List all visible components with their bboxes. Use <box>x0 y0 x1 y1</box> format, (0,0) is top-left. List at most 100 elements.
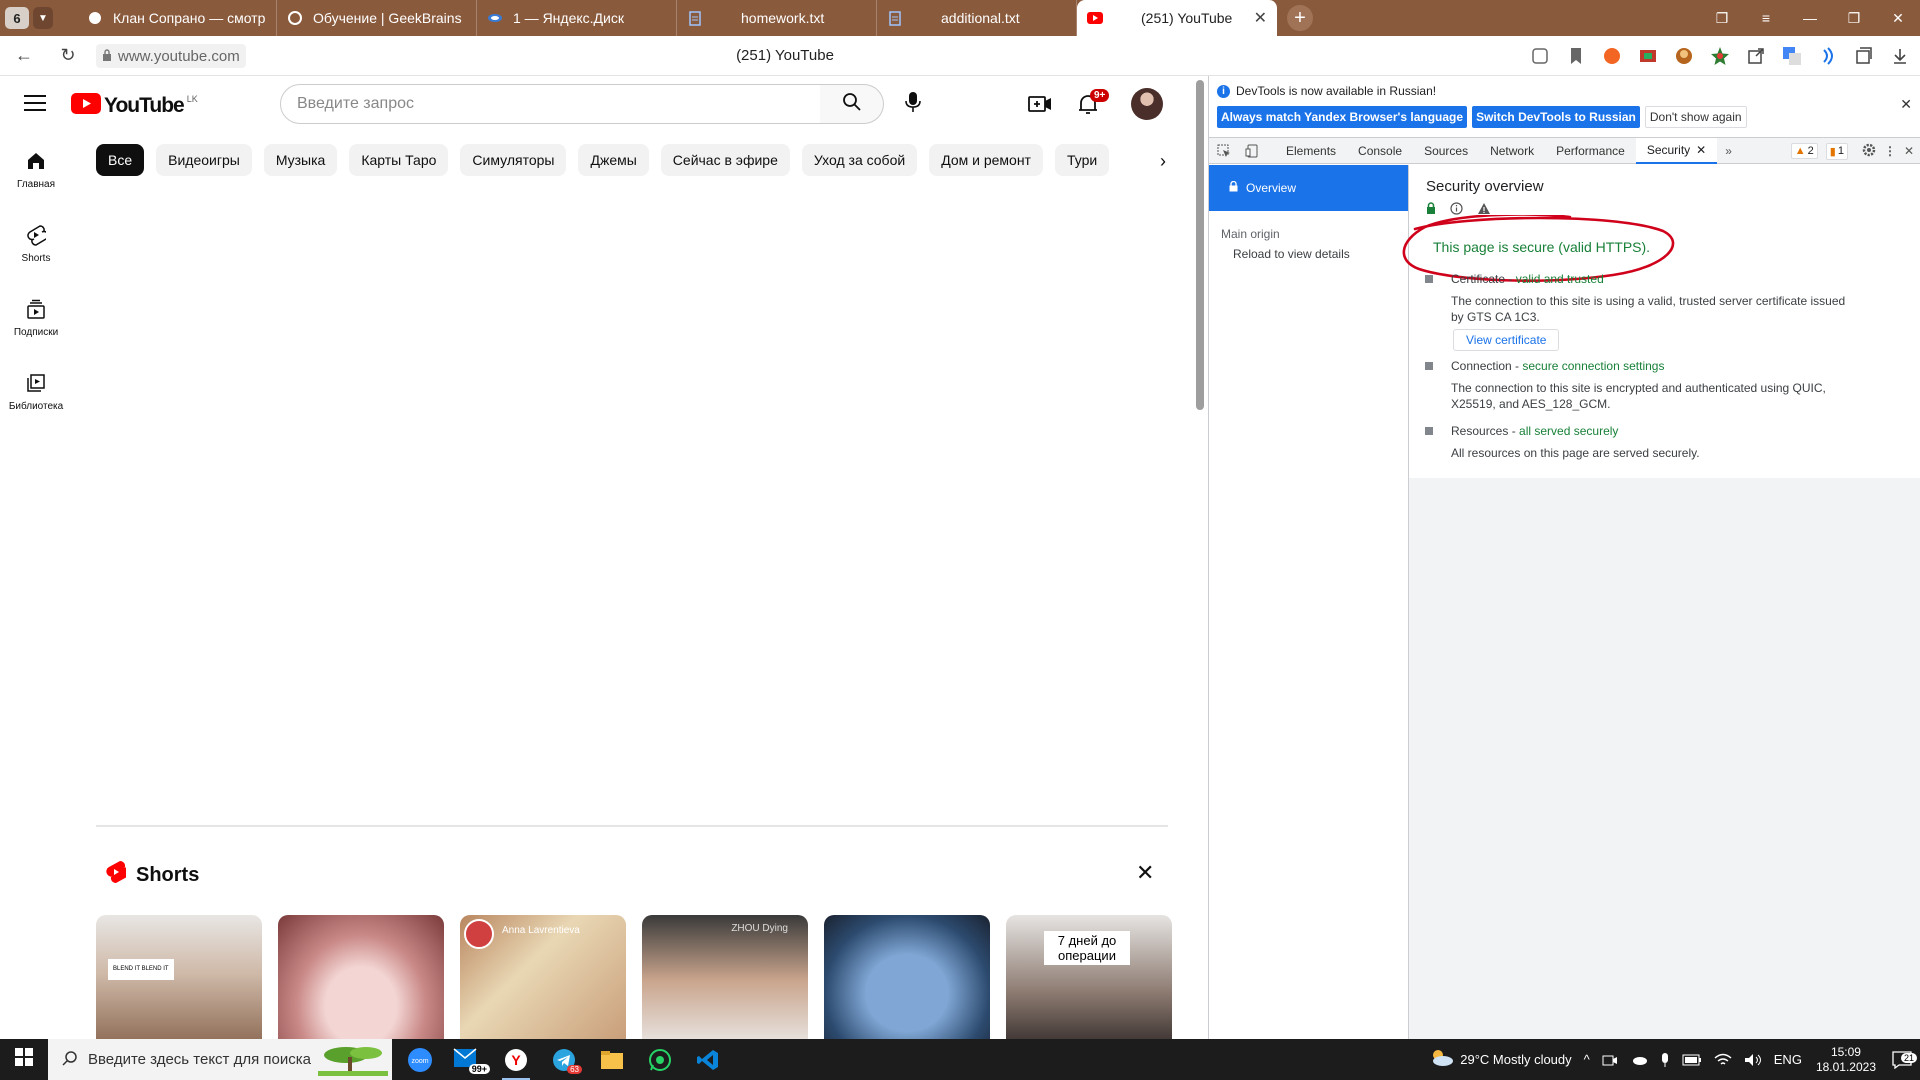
notification-center-icon[interactable]: 21 <box>1884 1050 1920 1069</box>
browser-tab-sopranos[interactable]: Клан Сопрано — смотреть <box>77 0 277 36</box>
whatsapp-app-icon[interactable] <box>636 1039 684 1080</box>
chip-videogames[interactable]: Видеоигры <box>156 144 252 176</box>
close-tab-icon[interactable]: ✕ <box>1696 143 1706 157</box>
browser-tab-additional[interactable]: additional.txt <box>877 0 1077 36</box>
reload-to-view-details[interactable]: Reload to view details <box>1209 241 1408 261</box>
taskbar-clock[interactable]: 15:09 18.01.2023 <box>1816 1045 1876 1075</box>
guide-item-shorts[interactable]: Shorts <box>0 206 72 280</box>
inspect-element-icon[interactable] <box>1209 144 1239 158</box>
hamburger-menu-icon[interactable] <box>24 94 46 117</box>
show-hidden-icons-chevron-up-icon[interactable]: ^ <box>1584 1052 1590 1067</box>
start-button[interactable] <box>0 1039 48 1080</box>
tab-count-button[interactable]: 6 <box>5 7 29 29</box>
chip-jams[interactable]: Джемы <box>578 144 649 176</box>
telegram-app-icon[interactable]: 63 <box>540 1039 588 1080</box>
extension-red-icon[interactable] <box>1636 44 1660 68</box>
chip-home-repair[interactable]: Дом и ремонт <box>929 144 1043 176</box>
file-explorer-icon[interactable] <box>588 1039 636 1080</box>
chip-live[interactable]: Сейчас в эфире <box>660 144 790 176</box>
tab-elements[interactable]: Elements <box>1275 138 1347 164</box>
device-toolbar-icon[interactable] <box>1239 144 1265 158</box>
translate-icon[interactable] <box>1780 44 1804 68</box>
onedrive-cloud-icon[interactable] <box>1630 1054 1648 1066</box>
tab-performance[interactable]: Performance <box>1545 138 1636 164</box>
close-tab-icon[interactable]: ✕ <box>1254 8 1267 28</box>
chip-selfcare[interactable]: Уход за собой <box>801 144 918 176</box>
collections-icon[interactable]: ❐ <box>1700 10 1744 27</box>
extension-avatar-icon[interactable] <box>1672 44 1696 68</box>
close-infobar-icon[interactable]: ✕ <box>1900 96 1912 113</box>
extension-star-icon[interactable] <box>1708 44 1732 68</box>
warnings-badge[interactable]: ▲ 2 <box>1790 143 1818 159</box>
menu-icon[interactable]: ≡ <box>1744 10 1788 26</box>
chip-tarot[interactable]: Карты Таро <box>349 144 449 176</box>
yandex-disk-icon <box>487 10 503 26</box>
weather-text: 29°C Mostly cloudy <box>1460 1052 1572 1067</box>
tab-sources[interactable]: Sources <box>1413 138 1479 164</box>
close-devtools-icon[interactable]: ✕ <box>1904 144 1914 158</box>
browser-tab-youtube[interactable]: (251) YouTube ✕ <box>1077 0 1277 36</box>
wifi-icon[interactable] <box>1714 1053 1732 1067</box>
microphone-icon[interactable] <box>1660 1052 1670 1068</box>
short-thumbnail[interactable] <box>824 915 990 1039</box>
chip-simulators[interactable]: Симуляторы <box>460 144 567 176</box>
battery-icon[interactable] <box>1682 1054 1702 1066</box>
avatar[interactable] <box>1131 88 1163 120</box>
search-input[interactable]: Введите запрос <box>280 84 821 124</box>
alice-voice-icon[interactable] <box>1816 44 1840 68</box>
issues-badge[interactable]: ▮ 1 <box>1825 142 1848 160</box>
match-browser-language-button[interactable]: Always match Yandex Browser's language <box>1217 106 1468 128</box>
overview-nav-item[interactable]: Overview <box>1209 165 1408 211</box>
close-window-icon[interactable]: ✕ <box>1876 10 1920 27</box>
youtube-logo[interactable]: YouTube LK <box>71 93 198 119</box>
bookmark-icon[interactable] <box>1564 44 1588 68</box>
browser-tab-geekbrains[interactable]: Обучение | GeekBrains - об <box>277 0 477 36</box>
yandex-browser-icon[interactable]: Y <box>492 1039 540 1080</box>
short-thumbnail[interactable]: ZHOU Dying <box>642 915 808 1039</box>
close-shorts-icon[interactable]: ✕ <box>1136 860 1154 886</box>
zoom-app-icon[interactable]: zoom <box>396 1039 444 1080</box>
tab-network[interactable]: Network <box>1479 138 1545 164</box>
protect-icon[interactable] <box>1528 44 1552 68</box>
download-icon[interactable] <box>1888 44 1912 68</box>
chip-tourism[interactable]: Тури <box>1054 144 1110 176</box>
short-thumbnail[interactable]: 7 дней до операции <box>1006 915 1172 1039</box>
mail-app-icon[interactable]: 99+ <box>444 1039 492 1080</box>
minimize-icon[interactable]: — <box>1788 10 1832 26</box>
language-indicator[interactable]: ENG <box>1774 1052 1802 1067</box>
taskbar-search-input[interactable]: Введите здесь текст для поиска <box>48 1039 392 1080</box>
guide-item-library[interactable]: Библиотека <box>0 354 72 428</box>
view-certificate-button[interactable]: View certificate <box>1453 329 1560 351</box>
page-scrollbar[interactable] <box>1196 80 1204 410</box>
open-external-icon[interactable] <box>1744 44 1768 68</box>
browser-tab-homework[interactable]: homework.txt <box>677 0 877 36</box>
switch-to-russian-button[interactable]: Switch DevTools to Russian <box>1472 106 1640 128</box>
create-video-icon[interactable] <box>1028 92 1052 116</box>
guide-item-subscriptions[interactable]: Подписки <box>0 280 72 354</box>
short-thumbnail[interactable]: BLEND IT BLEND IT <box>96 915 262 1039</box>
browser-tab-yandex-disk[interactable]: 1 — Яндекс.Диск <box>477 0 677 36</box>
chip-music[interactable]: Музыка <box>263 144 338 176</box>
tab-console[interactable]: Console <box>1347 138 1413 164</box>
search-button[interactable] <box>820 84 884 124</box>
tab-list-dropdown[interactable]: ▼ <box>33 7 53 29</box>
volume-icon[interactable] <box>1744 1053 1762 1067</box>
dont-show-again-button[interactable]: Don't show again <box>1644 106 1747 128</box>
chip-all[interactable]: Все <box>96 144 145 176</box>
kebab-menu-icon[interactable]: ⋮ <box>1884 144 1896 158</box>
meet-now-icon[interactable] <box>1602 1053 1618 1067</box>
more-tabs-icon[interactable]: » <box>1725 144 1732 158</box>
vscode-app-icon[interactable] <box>684 1039 732 1080</box>
chevron-right-icon[interactable]: › <box>1150 148 1176 174</box>
short-thumbnail[interactable] <box>278 915 444 1039</box>
new-tab-button[interactable]: + <box>1287 5 1313 31</box>
guide-item-home[interactable]: Главная <box>0 132 72 206</box>
collections-icon[interactable] <box>1852 44 1876 68</box>
voice-search-button[interactable] <box>893 84 933 124</box>
restore-icon[interactable]: ❐ <box>1832 10 1876 27</box>
tab-security[interactable]: Security ✕ <box>1635 137 1718 164</box>
extension-orange-icon[interactable] <box>1600 44 1624 68</box>
short-thumbnail[interactable]: Anna Lavrentieva <box>460 915 626 1039</box>
weather-widget[interactable]: 29°C Mostly cloudy <box>1430 1049 1572 1070</box>
settings-gear-icon[interactable] <box>1862 143 1876 160</box>
